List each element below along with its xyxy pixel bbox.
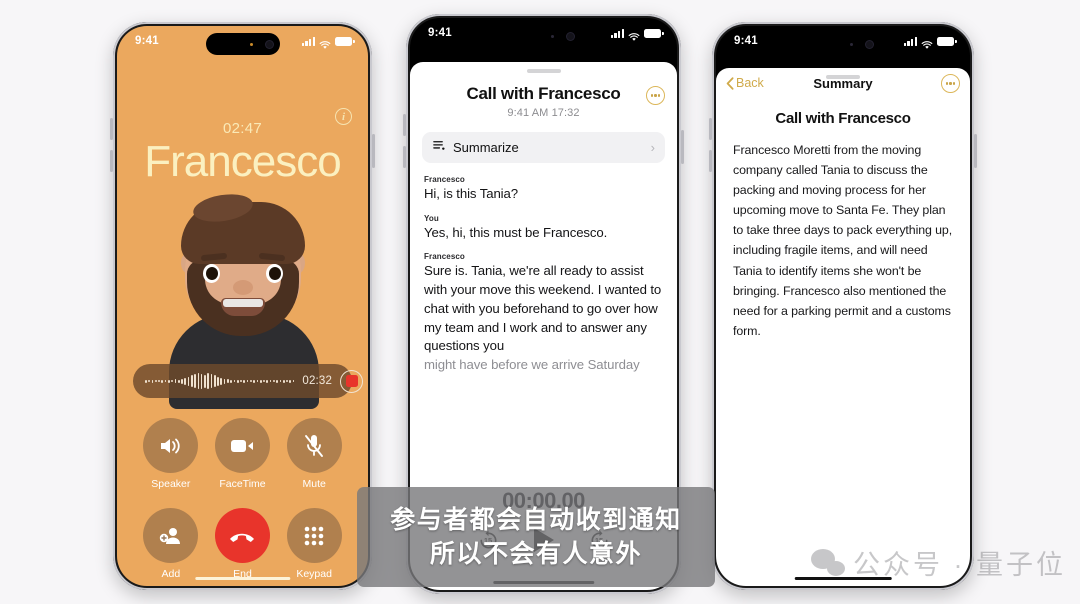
- keypad-icon: [286, 508, 342, 563]
- transcript-list: Francesco Hi, is this Tania? You Yes, hi…: [410, 163, 677, 375]
- transcript-timestamp: 9:41 AM 17:32: [507, 107, 580, 119]
- wechat-icon: [811, 549, 845, 576]
- transcript-entry[interactable]: You Yes, hi, this must be Francesco.: [424, 214, 663, 243]
- summarize-row[interactable]: Summarize ›: [422, 132, 665, 163]
- transcript-text: Sure is. Tania, we're all ready to assis…: [424, 263, 662, 354]
- transcript-text: Yes, hi, this must be Francesco.: [424, 224, 608, 240]
- volume-up-button[interactable]: [709, 118, 712, 140]
- speaker-icon: [143, 418, 199, 473]
- ellipsis-button[interactable]: [941, 74, 960, 93]
- nav-title: Summary: [813, 75, 873, 91]
- status-icons: [610, 28, 664, 41]
- keypad-button[interactable]: Keypad: [286, 508, 342, 580]
- video-icon: [214, 418, 270, 473]
- recording-elapsed: 02:32: [302, 375, 333, 387]
- phone-1-screen: 9:41 i 02:47 Francesco 02:32 Speaker Fac…: [117, 26, 368, 586]
- wifi-icon: [628, 29, 640, 41]
- facetime-button[interactable]: FaceTime: [214, 418, 270, 490]
- power-button[interactable]: [372, 134, 375, 168]
- volume-down-button[interactable]: [403, 146, 406, 168]
- volume-down-button[interactable]: [110, 150, 113, 172]
- add-call-button[interactable]: Add: [143, 508, 199, 580]
- cellular-bars-icon: [610, 28, 624, 38]
- control-label: Speaker: [151, 478, 191, 490]
- summary-heading: Call with Francesco: [775, 110, 911, 127]
- status-time: 9:41: [428, 27, 452, 39]
- summarize-label: Summarize: [453, 140, 519, 155]
- record-stop-button[interactable]: [340, 369, 364, 393]
- home-indicator[interactable]: [194, 576, 291, 580]
- control-label: Keypad: [296, 568, 332, 580]
- transcript-entry[interactable]: Francesco Hi, is this Tania?: [424, 175, 663, 204]
- cellular-bars-icon: [903, 36, 917, 46]
- speaker-label: Francesco: [424, 175, 465, 184]
- summary-navbar: Back Summary: [716, 68, 970, 98]
- status-bar: 9:41: [410, 18, 677, 48]
- status-icons: [903, 36, 957, 49]
- control-label: FaceTime: [219, 478, 266, 490]
- cellular-bars-icon: [301, 36, 315, 46]
- subtitle-overlay: 参与者都会自动收到通知 所以不会有人意外: [357, 487, 715, 587]
- ellipsis-button[interactable]: [646, 86, 665, 105]
- phone-3-screen: 9:41 Back Summary Call with Francesco Fr…: [716, 26, 970, 586]
- back-button[interactable]: Back: [726, 76, 764, 90]
- battery-icon: [937, 36, 957, 46]
- power-button[interactable]: [974, 134, 977, 168]
- phone-1-in-call: 9:41 i 02:47 Francesco 02:32 Speaker Fac…: [110, 22, 375, 590]
- transcript-header: Call with Francesco 9:41 AM 17:32: [410, 62, 677, 119]
- transcript-text: Hi, is this Tania?: [424, 186, 518, 201]
- watermark: 公众号 · 量子位: [811, 543, 1066, 582]
- chevron-left-icon: [726, 76, 734, 90]
- end-call-button[interactable]: End: [214, 508, 270, 580]
- transcript-text-faded: might have before we arrive Saturday: [424, 357, 640, 373]
- subtitle-line-2: 所以不会有人意外: [429, 539, 642, 568]
- caller-name: Francesco: [144, 137, 341, 186]
- volume-down-button[interactable]: [709, 150, 712, 172]
- wifi-icon: [319, 37, 331, 49]
- chevron-right-icon: ›: [650, 140, 655, 155]
- watermark-text: 公众号 · 量子位: [853, 550, 1066, 580]
- status-time: 9:41: [135, 35, 159, 47]
- audio-waveform: [145, 371, 295, 391]
- status-time: 9:41: [734, 35, 758, 47]
- control-label: Mute: [302, 478, 326, 490]
- summary-sheet: Back Summary Call with Francesco Frances…: [716, 68, 970, 586]
- screenshot-stage: 9:41 i 02:47 Francesco 02:32 Speaker Fac…: [0, 0, 1080, 604]
- call-controls-grid: Speaker FaceTime Mute Add End Keypad: [135, 418, 350, 580]
- battery-icon: [335, 36, 355, 46]
- transcript-entry[interactable]: Francesco Sure is. Tania, we're all read…: [424, 252, 663, 374]
- power-button[interactable]: [681, 130, 684, 164]
- summarize-icon: [432, 139, 445, 157]
- phone-3-summary: 9:41 Back Summary Call with Francesco Fr…: [709, 22, 977, 590]
- mic-off-icon: [286, 418, 342, 473]
- add-person-icon: [143, 508, 199, 563]
- summary-body: Francesco Moretti from the moving compan…: [733, 143, 953, 338]
- end-call-icon: [214, 508, 270, 563]
- call-recording-pill[interactable]: 02:32: [133, 364, 364, 398]
- speaker-label: Francesco: [424, 252, 465, 262]
- battery-icon: [644, 28, 664, 38]
- control-label: Add: [161, 568, 181, 580]
- status-bar: 9:41: [716, 26, 970, 56]
- volume-up-button[interactable]: [403, 114, 406, 136]
- transcript-title: Call with Francesco: [466, 84, 621, 103]
- subtitle-line-1: 参与者都会自动收到通知: [390, 505, 682, 534]
- wifi-icon: [921, 37, 933, 49]
- mute-button[interactable]: Mute: [286, 418, 342, 490]
- back-label: Back: [736, 76, 764, 90]
- volume-up-button[interactable]: [110, 118, 113, 140]
- speaker-label: You: [424, 213, 439, 223]
- status-icons: [301, 36, 355, 49]
- status-bar: 9:41: [117, 26, 368, 56]
- speaker-button[interactable]: Speaker: [143, 418, 199, 490]
